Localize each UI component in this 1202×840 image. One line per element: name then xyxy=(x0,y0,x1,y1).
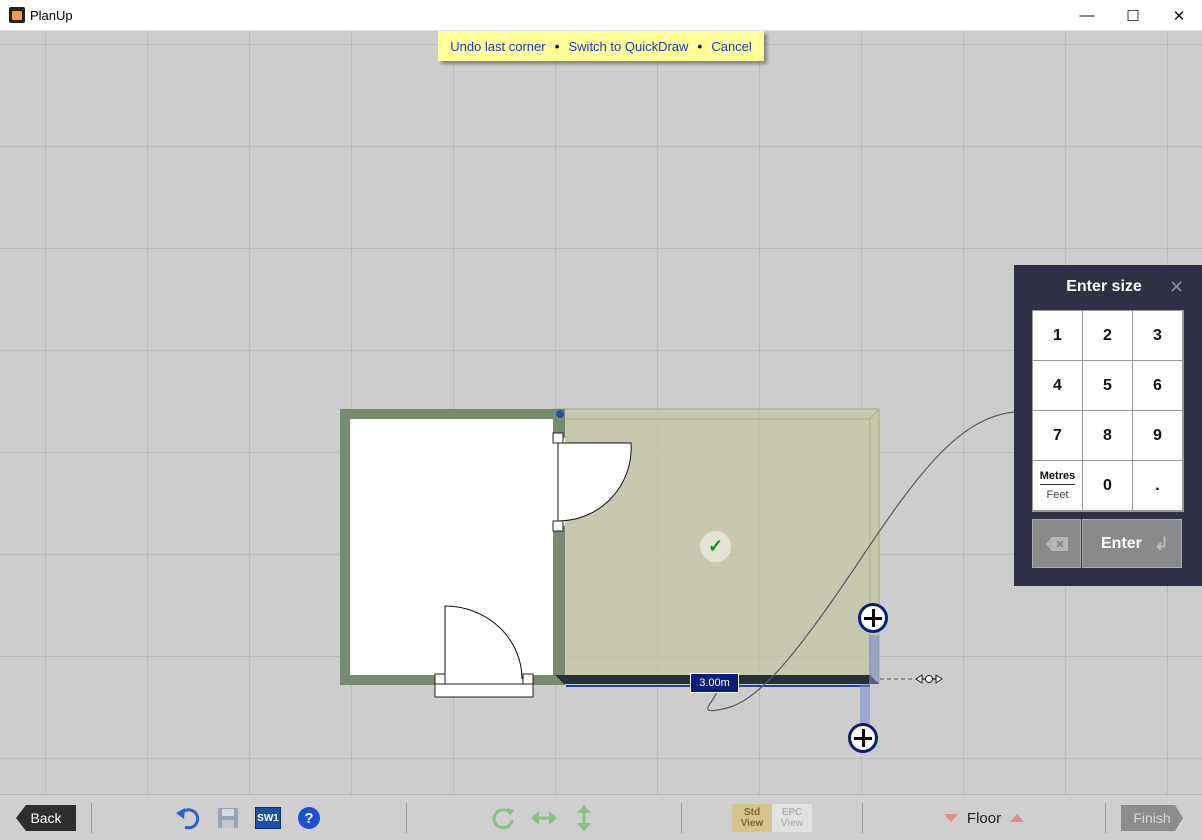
key-0[interactable]: 0 xyxy=(1083,461,1132,510)
floor-up-icon[interactable] xyxy=(1010,814,1024,822)
std-view-option[interactable]: Std View xyxy=(732,804,772,832)
sw1-button[interactable]: SW1 xyxy=(255,807,281,829)
floor-selector: Floor xyxy=(944,808,1024,828)
unit-toggle-key[interactable]: Metres Feet xyxy=(1033,461,1082,510)
toolbar-divider xyxy=(406,803,407,833)
key-2[interactable]: 2 xyxy=(1083,311,1132,360)
backspace-key[interactable] xyxy=(1032,519,1081,568)
help-icon[interactable]: ? xyxy=(298,807,320,829)
epc-view-label-line1: EPC xyxy=(781,807,803,818)
enter-size-keypad: Enter size ✕ 1 2 3 4 5 6 7 8 9 Metres Fe… xyxy=(1014,265,1202,586)
separator-dot: • xyxy=(697,38,703,54)
resize-cursor-icon xyxy=(915,674,943,684)
switch-quickdraw-link[interactable]: Switch to QuickDraw xyxy=(569,39,689,54)
undo-last-corner-link[interactable]: Undo last corner xyxy=(450,39,545,54)
std-view-label-line2: View xyxy=(740,818,764,829)
key-6[interactable]: 6 xyxy=(1133,361,1182,410)
toolbar-divider xyxy=(681,803,682,833)
floor-down-icon[interactable] xyxy=(944,814,958,822)
flip-horizontal-icon[interactable] xyxy=(531,805,557,831)
enter-arrow-icon: ↲ xyxy=(1153,534,1169,554)
key-9[interactable]: 9 xyxy=(1133,411,1182,460)
key-4[interactable]: 4 xyxy=(1033,361,1082,410)
toolbar-divider xyxy=(862,803,863,833)
epc-view-option[interactable]: EPC View xyxy=(772,804,812,832)
key-5[interactable]: 5 xyxy=(1083,361,1132,410)
add-corner-plus-icon[interactable] xyxy=(848,723,878,753)
bottom-toolbar: Back SW1 ? Std View EPC View Floor Finis… xyxy=(0,794,1202,840)
flip-vertical-icon[interactable] xyxy=(571,805,597,831)
floor-label: Floor xyxy=(966,809,1002,827)
toolbar-divider xyxy=(91,803,92,833)
save-icon[interactable] xyxy=(215,805,241,831)
keypad-close-icon[interactable]: ✕ xyxy=(1169,277,1184,298)
key-3[interactable]: 3 xyxy=(1133,311,1182,360)
corner-marker[interactable] xyxy=(556,410,564,418)
keypad-grid: 1 2 3 4 5 6 7 8 9 Metres Feet 0 . xyxy=(1032,310,1184,512)
drawing-hint-bar: Undo last corner • Switch to QuickDraw •… xyxy=(438,31,764,61)
key-7[interactable]: 7 xyxy=(1033,411,1082,460)
enter-key[interactable]: Enter ↲ xyxy=(1082,519,1182,568)
backspace-icon xyxy=(1045,536,1068,551)
separator-dot: • xyxy=(554,38,560,54)
std-view-label-line1: Std xyxy=(743,807,761,818)
key-8[interactable]: 8 xyxy=(1083,411,1132,460)
confirm-room-button[interactable]: ✓ xyxy=(700,531,731,562)
keypad-title: Enter size xyxy=(1066,278,1142,295)
enter-label: Enter xyxy=(1101,534,1142,552)
add-corner-plus-icon[interactable] xyxy=(858,603,888,633)
epc-view-label-line2: View xyxy=(780,818,804,829)
unit-feet-label: Feet xyxy=(1046,489,1069,501)
toolbar-divider xyxy=(1105,803,1106,833)
key-1[interactable]: 1 xyxy=(1033,311,1082,360)
rotate-icon[interactable] xyxy=(490,805,516,831)
finish-button[interactable]: Finish xyxy=(1121,805,1183,831)
cancel-link[interactable]: Cancel xyxy=(711,39,751,54)
wall-length-label[interactable]: 3.00m xyxy=(690,673,739,693)
view-mode-toggle[interactable]: Std View EPC View xyxy=(732,804,812,832)
undo-icon[interactable] xyxy=(175,805,201,831)
back-button[interactable]: Back xyxy=(16,805,76,831)
unit-metres-label: Metres xyxy=(1039,470,1076,485)
key-decimal[interactable]: . xyxy=(1133,461,1182,510)
